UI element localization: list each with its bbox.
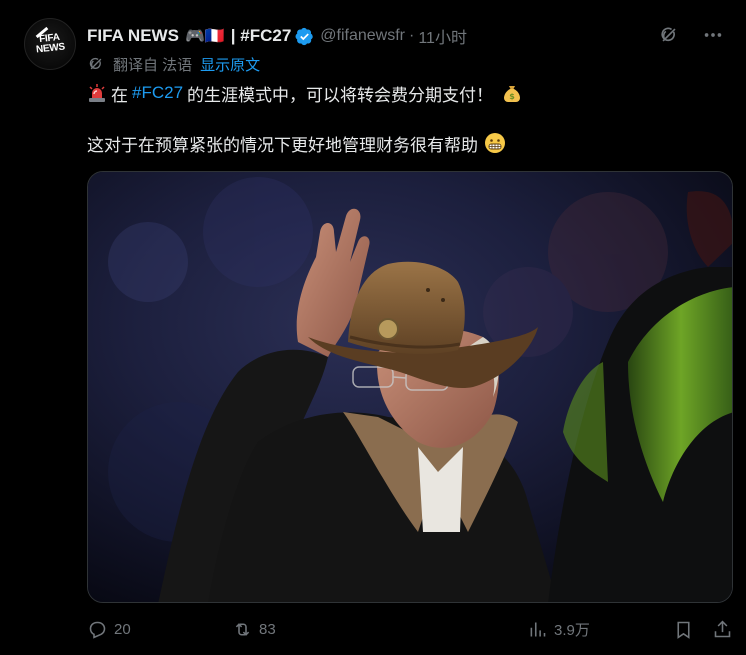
bookmark-icon	[677, 621, 690, 639]
hashtag-link[interactable]: #FC27	[132, 83, 183, 103]
avatar-logo-text: FIFA NEWS	[35, 31, 66, 56]
reply-button[interactable]: 20	[87, 619, 131, 640]
more-icon[interactable]	[702, 24, 724, 46]
money-bag-emoji-icon: $	[501, 82, 523, 104]
verified-badge-icon	[295, 27, 314, 46]
photo-man-waving-cowboy-hat	[88, 172, 732, 602]
share-icon	[714, 620, 731, 638]
views-icon	[530, 622, 546, 637]
reply-count: 20	[114, 621, 131, 638]
views-button[interactable]: 3.9万	[527, 619, 590, 640]
avatar[interactable]: FIFA NEWS	[24, 18, 76, 70]
tweet-text-line-2: 这对于在预算紧张的情况下更好地管理财务很有帮助	[87, 130, 506, 156]
bookmark-button[interactable]	[673, 619, 694, 640]
tweet-text-line-1: 在 #FC27 的生涯模式中，可以将转会费分期支付！ $	[87, 80, 523, 106]
author-name-tag[interactable]: | #FC27	[231, 26, 292, 46]
share-button[interactable]	[712, 619, 733, 640]
translation-label: 翻译自 法语	[113, 56, 193, 74]
author-handle[interactable]: @fifanewsfr	[320, 27, 405, 45]
grok-icon[interactable]	[658, 24, 680, 46]
separator-dot: ·	[409, 27, 415, 44]
tweet-time[interactable]: 11小时	[418, 24, 467, 48]
author-name-emoji: 🎮🇫🇷	[184, 28, 225, 45]
grimacing-face-emoji-icon	[484, 132, 506, 154]
tweet-text-suffix: 的生涯模式中，可以将转会费分期支付！	[187, 85, 494, 105]
tweet-photo[interactable]	[87, 171, 733, 603]
translate-icon	[87, 55, 105, 73]
siren-emoji-icon	[87, 83, 107, 103]
retweet-icon	[235, 623, 250, 636]
retweet-button[interactable]: 83	[232, 619, 276, 640]
translation-row: 翻译自 法语 显示原文	[87, 53, 260, 75]
tweet-text-line-2-content: 这对于在预算紧张的情况下更好地管理财务很有帮助	[87, 135, 478, 155]
author-name[interactable]: FIFA NEWS	[87, 26, 179, 46]
reply-icon	[89, 621, 106, 639]
header-actions	[658, 24, 724, 46]
show-original-link[interactable]: 显示原文	[200, 54, 260, 75]
action-bar: 20 83 3.9万	[87, 617, 737, 645]
svg-text:$: $	[509, 92, 515, 101]
tweet-header: FIFA NEWS 🎮🇫🇷 | #FC27 @fifanewsfr · 11小时	[87, 24, 736, 48]
views-count: 3.9万	[554, 622, 590, 639]
tweet-text-prefix: 在	[111, 85, 128, 105]
retweet-count: 83	[259, 621, 276, 638]
